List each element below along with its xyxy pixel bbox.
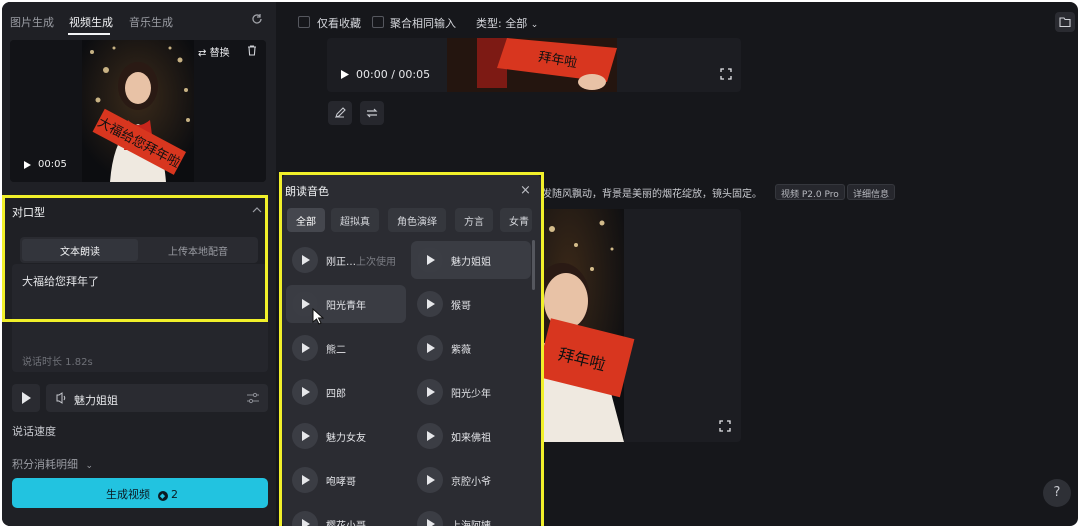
tab-video-gen[interactable]: 视频生成	[69, 14, 113, 30]
video-frame-2: 拜年啦	[532, 209, 635, 442]
generate-label-text: 生成视频	[106, 488, 150, 501]
repeat-icon	[366, 108, 378, 118]
folder-button[interactable]	[1055, 12, 1075, 32]
thumb-duration: 00:05	[38, 159, 67, 170]
credit-icon: ◆	[157, 491, 168, 501]
record-description: 发随风飘动，背景是美丽的烟花绽放，镜头固定。	[542, 189, 762, 200]
merge-same-checkbox[interactable]	[372, 16, 384, 28]
tab-image-gen[interactable]: 图片生成	[10, 14, 54, 30]
video-frame-1: 拜年啦	[447, 38, 617, 92]
refresh-icon[interactable]	[250, 12, 264, 26]
voice-selected-name: 魅力姐姐	[74, 394, 118, 407]
fullscreen-icon[interactable]	[720, 68, 732, 80]
cost-detail-label: 积分消耗明细	[12, 458, 78, 471]
merge-same-label: 聚合相同输入	[390, 17, 456, 30]
help-button[interactable]: ?	[1043, 479, 1071, 507]
cost-detail-toggle[interactable]: 积分消耗明细 ⌄	[12, 456, 93, 472]
generate-cost: 2	[171, 488, 178, 501]
chevron-down-icon: ⌄	[85, 461, 94, 471]
speech-duration: 说话时长 1.82s	[22, 357, 93, 368]
app-window: 图片生成 视频生成 音乐生成 大福给您拜年啦 ⇄ 替换 00:05 对口型 文本…	[2, 2, 1078, 526]
video-player-1[interactable]: 拜年啦	[327, 38, 741, 92]
speech-speed-label: 说话速度	[12, 425, 56, 438]
tab-underline	[68, 33, 110, 35]
video-player-2[interactable]: 拜年啦	[532, 209, 741, 442]
fullscreen-icon[interactable]	[719, 420, 731, 432]
pencil-icon	[335, 107, 346, 118]
screenshot-frame: 图片生成 视频生成 音乐生成 大福给您拜年啦 ⇄ 替换 00:05 对口型 文本…	[0, 0, 1080, 529]
type-filter-label: 类型: 全部	[476, 17, 528, 30]
swap-icon: ⇄	[198, 48, 207, 59]
replace-label: 替换	[209, 48, 230, 59]
regenerate-button[interactable]	[360, 101, 384, 125]
preview-play-button[interactable]	[12, 384, 40, 412]
play-icon	[22, 392, 31, 404]
voice-icon	[56, 392, 66, 404]
detail-info-tag[interactable]: 详细信息	[847, 184, 896, 200]
trash-icon[interactable]	[246, 44, 258, 56]
type-filter-dropdown[interactable]: 类型: 全部 ⌄	[476, 15, 538, 31]
folder-icon	[1059, 17, 1071, 28]
play-icon[interactable]	[22, 160, 32, 170]
sliders-icon[interactable]	[246, 392, 260, 404]
play-icon[interactable]	[340, 70, 349, 79]
replace-button[interactable]: ⇄ 替换	[198, 44, 230, 59]
model-tag: 视频 P2.0 Pro	[775, 184, 845, 200]
highlight-box-popup	[279, 172, 544, 526]
only-favorites-checkbox[interactable]	[298, 16, 310, 28]
tab-music-gen[interactable]: 音乐生成	[129, 14, 173, 30]
only-favorites-label: 仅看收藏	[317, 17, 361, 30]
generate-video-label: 生成视频 ◆ 2	[106, 486, 178, 502]
edit-button[interactable]	[328, 101, 352, 125]
mouse-cursor-icon	[312, 308, 324, 325]
chevron-down-icon: ⌄	[530, 20, 539, 30]
video1-time: 00:00 / 00:05	[356, 68, 431, 81]
highlight-box-left	[2, 195, 268, 322]
